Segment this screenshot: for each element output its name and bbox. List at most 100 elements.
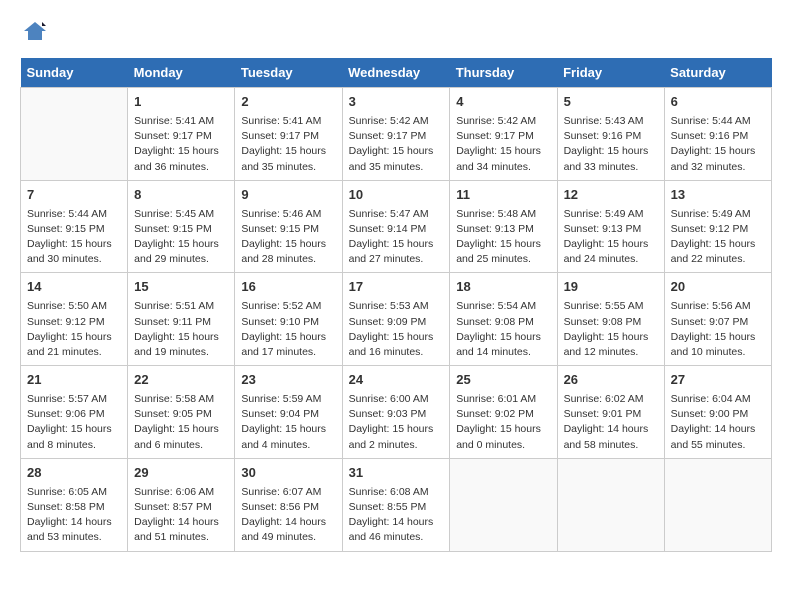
day-number: 28 bbox=[27, 464, 121, 483]
day-info: Sunrise: 5:54 AMSunset: 9:08 PMDaylight:… bbox=[456, 299, 550, 360]
day-number: 24 bbox=[349, 371, 444, 390]
calendar-cell bbox=[664, 458, 771, 551]
calendar-cell: 16Sunrise: 5:52 AMSunset: 9:10 PMDayligh… bbox=[235, 273, 342, 366]
day-info: Sunrise: 5:41 AMSunset: 9:17 PMDaylight:… bbox=[241, 114, 335, 175]
day-info: Sunrise: 6:07 AMSunset: 8:56 PMDaylight:… bbox=[241, 485, 335, 546]
calendar-cell: 14 Sunrise: 5:50 AMSunset: 9:12 PMDayligh… bbox=[21, 273, 128, 366]
day-number: 13 bbox=[671, 186, 765, 205]
day-number: 31 bbox=[349, 464, 444, 483]
weekday-header-friday: Friday bbox=[557, 58, 664, 88]
day-info: Sunrise: 5:48 AMSunset: 9:13 PMDaylight:… bbox=[456, 207, 550, 268]
weekday-header-wednesday: Wednesday bbox=[342, 58, 450, 88]
day-info: Sunrise: 5:49 AMSunset: 9:13 PMDaylight:… bbox=[564, 207, 658, 268]
day-number: 10 bbox=[349, 186, 444, 205]
calendar-cell: 19 Sunrise: 5:55 AMSunset: 9:08 PMDayligh… bbox=[557, 273, 664, 366]
day-number: 27 bbox=[671, 371, 765, 390]
day-number: 4 bbox=[456, 93, 550, 112]
day-info: Sunrise: 5:41 AMSunset: 9:17 PMDaylight:… bbox=[134, 114, 228, 175]
day-info: Sunrise: 5:55 AMSunset: 9:08 PMDaylight:… bbox=[564, 299, 658, 360]
day-number: 25 bbox=[456, 371, 550, 390]
day-number: 2 bbox=[241, 93, 335, 112]
day-info: Sunrise: 5:49 AMSunset: 9:12 PMDaylight:… bbox=[671, 207, 765, 268]
calendar-cell: 21Sunrise: 5:57 AMSunset: 9:06 PMDayligh… bbox=[21, 366, 128, 459]
calendar-cell: 7 Sunrise: 5:44 AMSunset: 9:15 PMDaylight… bbox=[21, 180, 128, 273]
calendar-cell: 17 Sunrise: 5:53 AMSunset: 9:09 PMDayligh… bbox=[342, 273, 450, 366]
day-info: Sunrise: 5:53 AMSunset: 9:09 PMDaylight:… bbox=[349, 299, 444, 360]
calendar-cell: 26 Sunrise: 6:02 AMSunset: 9:01 PMDayligh… bbox=[557, 366, 664, 459]
day-info: Sunrise: 5:58 AMSunset: 9:05 PMDaylight:… bbox=[134, 392, 228, 453]
day-number: 9 bbox=[241, 186, 335, 205]
day-info: Sunrise: 5:42 AMSunset: 9:17 PMDaylight:… bbox=[349, 114, 444, 175]
page-header: General Blue bbox=[20, 20, 772, 42]
calendar-cell: 6Sunrise: 5:44 AMSunset: 9:16 PMDaylight… bbox=[664, 88, 771, 181]
calendar-cell: 5 Sunrise: 5:43 AMSunset: 9:16 PMDaylight… bbox=[557, 88, 664, 181]
day-info: Sunrise: 5:50 AMSunset: 9:12 PMDaylight:… bbox=[27, 299, 121, 360]
day-info: Sunrise: 5:59 AMSunset: 9:04 PMDaylight:… bbox=[241, 392, 335, 453]
calendar-cell: 12Sunrise: 5:49 AMSunset: 9:13 PMDayligh… bbox=[557, 180, 664, 273]
calendar-cell: 28 Sunrise: 6:05 AMSunset: 8:58 PMDayligh… bbox=[21, 458, 128, 551]
calendar-cell: 11 Sunrise: 5:48 AMSunset: 9:13 PMDayligh… bbox=[450, 180, 557, 273]
calendar-cell: 30 Sunrise: 6:07 AMSunset: 8:56 PMDayligh… bbox=[235, 458, 342, 551]
calendar-cell: 9Sunrise: 5:46 AMSunset: 9:15 PMDaylight… bbox=[235, 180, 342, 273]
day-number: 15 bbox=[134, 278, 228, 297]
day-number: 5 bbox=[564, 93, 658, 112]
day-info: Sunrise: 6:04 AMSunset: 9:00 PMDaylight:… bbox=[671, 392, 765, 453]
weekday-header-monday: Monday bbox=[128, 58, 235, 88]
day-info: Sunrise: 5:56 AMSunset: 9:07 PMDaylight:… bbox=[671, 299, 765, 360]
calendar-cell: 23 Sunrise: 5:59 AMSunset: 9:04 PMDayligh… bbox=[235, 366, 342, 459]
day-number: 7 bbox=[27, 186, 121, 205]
day-number: 30 bbox=[241, 464, 335, 483]
day-info: Sunrise: 5:47 AMSunset: 9:14 PMDaylight:… bbox=[349, 207, 444, 268]
day-info: Sunrise: 6:05 AMSunset: 8:58 PMDaylight:… bbox=[27, 485, 121, 546]
week-row-5: 28 Sunrise: 6:05 AMSunset: 8:58 PMDayligh… bbox=[21, 458, 772, 551]
day-info: Sunrise: 6:00 AMSunset: 9:03 PMDaylight:… bbox=[349, 392, 444, 453]
day-number: 14 bbox=[27, 278, 121, 297]
day-info: Sunrise: 5:44 AMSunset: 9:16 PMDaylight:… bbox=[671, 114, 765, 175]
weekday-header-saturday: Saturday bbox=[664, 58, 771, 88]
calendar-cell: 31Sunrise: 6:08 AMSunset: 8:55 PMDayligh… bbox=[342, 458, 450, 551]
calendar-cell: 2 Sunrise: 5:41 AMSunset: 9:17 PMDaylight… bbox=[235, 88, 342, 181]
calendar-cell bbox=[450, 458, 557, 551]
day-number: 1 bbox=[134, 93, 228, 112]
calendar-header: SundayMondayTuesdayWednesdayThursdayFrid… bbox=[21, 58, 772, 88]
weekday-header-thursday: Thursday bbox=[450, 58, 557, 88]
calendar-cell: 13 Sunrise: 5:49 AMSunset: 9:12 PMDayligh… bbox=[664, 180, 771, 273]
day-number: 20 bbox=[671, 278, 765, 297]
day-number: 22 bbox=[134, 371, 228, 390]
calendar-cell bbox=[21, 88, 128, 181]
week-row-1: 1 Sunrise: 5:41 AMSunset: 9:17 PMDaylight… bbox=[21, 88, 772, 181]
calendar-cell: 3Sunrise: 5:42 AMSunset: 9:17 PMDaylight… bbox=[342, 88, 450, 181]
logo-bird-icon bbox=[24, 20, 46, 42]
day-number: 11 bbox=[456, 186, 550, 205]
calendar-cell bbox=[557, 458, 664, 551]
calendar-cell: 18 Sunrise: 5:54 AMSunset: 9:08 PMDayligh… bbox=[450, 273, 557, 366]
day-info: Sunrise: 5:43 AMSunset: 9:16 PMDaylight:… bbox=[564, 114, 658, 175]
week-row-4: 21Sunrise: 5:57 AMSunset: 9:06 PMDayligh… bbox=[21, 366, 772, 459]
calendar-table: SundayMondayTuesdayWednesdayThursdayFrid… bbox=[20, 58, 772, 552]
day-number: 17 bbox=[349, 278, 444, 297]
calendar-cell: 10 Sunrise: 5:47 AMSunset: 9:14 PMDayligh… bbox=[342, 180, 450, 273]
day-number: 23 bbox=[241, 371, 335, 390]
day-info: Sunrise: 6:01 AMSunset: 9:02 PMDaylight:… bbox=[456, 392, 550, 453]
day-number: 26 bbox=[564, 371, 658, 390]
calendar-cell: 29Sunrise: 6:06 AMSunset: 8:57 PMDayligh… bbox=[128, 458, 235, 551]
calendar-cell: 25 Sunrise: 6:01 AMSunset: 9:02 PMDayligh… bbox=[450, 366, 557, 459]
calendar-cell: 20 Sunrise: 5:56 AMSunset: 9:07 PMDayligh… bbox=[664, 273, 771, 366]
day-info: Sunrise: 5:45 AMSunset: 9:15 PMDaylight:… bbox=[134, 207, 228, 268]
day-number: 29 bbox=[134, 464, 228, 483]
calendar-cell: 4 Sunrise: 5:42 AMSunset: 9:17 PMDaylight… bbox=[450, 88, 557, 181]
calendar-cell: 1 Sunrise: 5:41 AMSunset: 9:17 PMDaylight… bbox=[128, 88, 235, 181]
day-info: Sunrise: 6:02 AMSunset: 9:01 PMDaylight:… bbox=[564, 392, 658, 453]
calendar-cell: 8Sunrise: 5:45 AMSunset: 9:15 PMDaylight… bbox=[128, 180, 235, 273]
day-number: 16 bbox=[241, 278, 335, 297]
week-row-2: 7 Sunrise: 5:44 AMSunset: 9:15 PMDaylight… bbox=[21, 180, 772, 273]
week-row-3: 14 Sunrise: 5:50 AMSunset: 9:12 PMDayligh… bbox=[21, 273, 772, 366]
calendar-cell: 15Sunrise: 5:51 AMSunset: 9:11 PMDayligh… bbox=[128, 273, 235, 366]
day-info: Sunrise: 5:42 AMSunset: 9:17 PMDaylight:… bbox=[456, 114, 550, 175]
calendar-cell: 27 Sunrise: 6:04 AMSunset: 9:00 PMDayligh… bbox=[664, 366, 771, 459]
day-info: Sunrise: 5:44 AMSunset: 9:15 PMDaylight:… bbox=[27, 207, 121, 268]
day-number: 19 bbox=[564, 278, 658, 297]
day-number: 18 bbox=[456, 278, 550, 297]
day-number: 21 bbox=[27, 371, 121, 390]
weekday-header-tuesday: Tuesday bbox=[235, 58, 342, 88]
